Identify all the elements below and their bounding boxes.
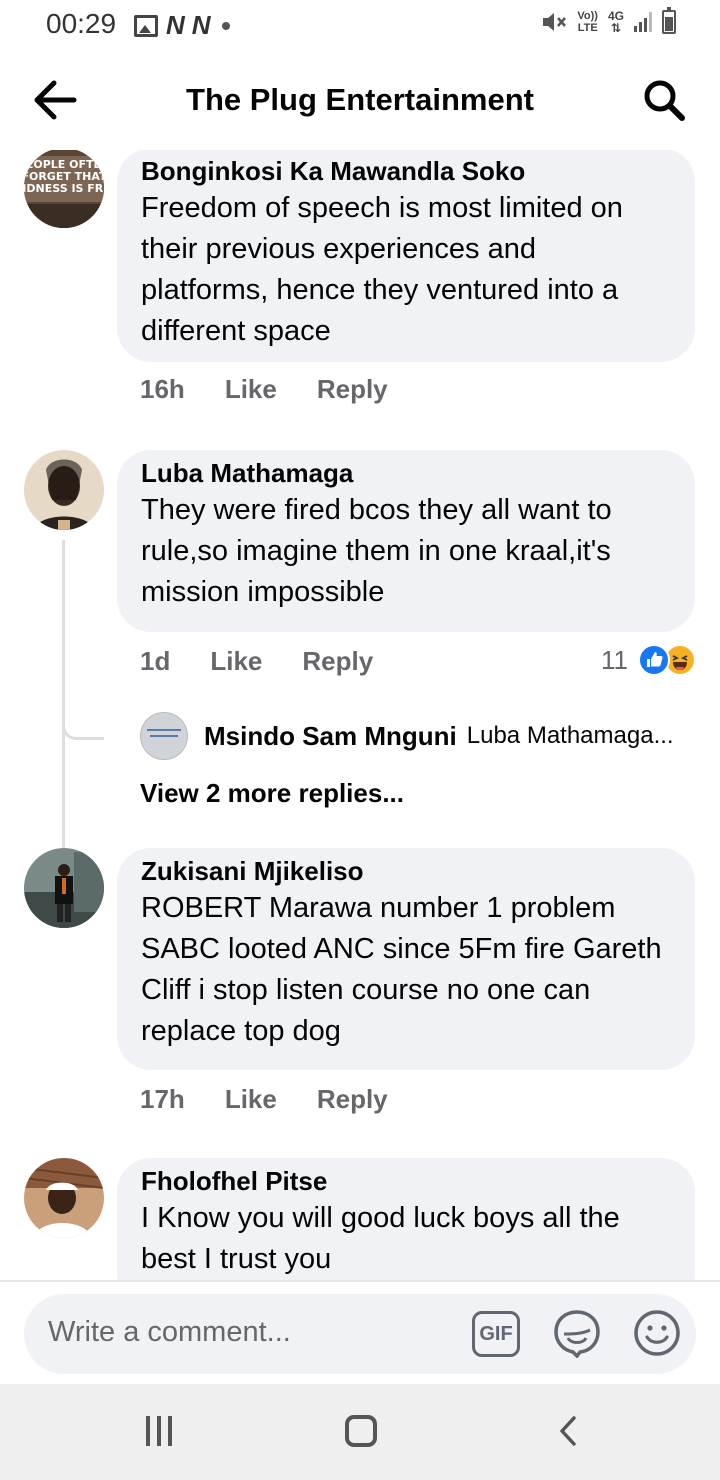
n-icon: N [166, 10, 185, 40]
reply-button[interactable]: Reply [302, 646, 373, 677]
comment-author[interactable]: Luba Mathamaga [141, 456, 671, 490]
reply-snippet: Luba Mathamaga... [466, 722, 674, 749]
view-more-replies-button[interactable]: View 2 more replies... [140, 778, 404, 809]
comment-actions: 16h Like Reply [140, 374, 388, 405]
comment-author[interactable]: Zukisani Mjikeliso [141, 854, 671, 888]
comment-text: They were fired bcos they all want to ru… [141, 494, 612, 608]
comment-bubble[interactable]: Zukisani Mjikeliso ROBERT Marawa number … [117, 848, 695, 1070]
avatar[interactable] [140, 712, 188, 760]
n-icon: N [191, 10, 211, 40]
avatar[interactable] [24, 450, 104, 530]
signal-icon [634, 12, 652, 32]
avatar[interactable] [24, 848, 104, 928]
avatar-image [24, 848, 104, 928]
status-left-icons: N N [134, 10, 230, 41]
gif-icon[interactable]: GIF [472, 1311, 520, 1357]
status-bar: 00:29 N N Vo)) LTE 4G ⇅ [0, 0, 720, 52]
comment-text: Freedom of speech is most limited on the… [141, 192, 623, 347]
reactions-summary[interactable]: 11 [601, 644, 696, 676]
comment-time[interactable]: 1d [140, 646, 170, 677]
reply-button[interactable]: Reply [317, 1084, 388, 1115]
volte-label: Vo)) [577, 10, 598, 22]
comment-actions: 1d Like Reply [140, 646, 373, 677]
avatar-image [24, 450, 104, 530]
app-header: The Plug Entertainment [0, 52, 720, 150]
back-icon[interactable] [554, 1416, 584, 1446]
comments-feed[interactable]: PEOPLE OFTEN FORGET THAT NDNESS IS FRE B… [0, 150, 720, 1280]
mute-icon [543, 13, 567, 31]
system-nav-bar [0, 1384, 720, 1480]
avatar[interactable] [24, 1158, 104, 1238]
comment-author[interactable]: Fholofhel Pitse [141, 1164, 671, 1198]
comment-composer: Write a comment... GIF [0, 1280, 720, 1384]
comment-author[interactable]: Bonginkosi Ka Mawandla Soko [141, 154, 671, 188]
avatar-text-line: NDNESS IS FRE [24, 182, 104, 195]
status-right-icons: Vo)) LTE 4G ⇅ [541, 7, 676, 34]
comment-time[interactable]: 16h [140, 374, 185, 405]
comment-input[interactable]: Write a comment... GIF [24, 1294, 696, 1374]
lte-label: LTE [577, 22, 598, 34]
dot-icon [221, 21, 230, 30]
avatar-image: PEOPLE OFTEN FORGET THAT NDNESS IS FRE [24, 150, 104, 228]
data-arrows-icon: ⇅ [610, 21, 622, 35]
search-icon [644, 80, 685, 121]
home-icon[interactable] [345, 1415, 377, 1447]
comment-bubble[interactable]: Bonginkosi Ka Mawandla Soko Freedom of s… [117, 150, 695, 362]
emoji-icon[interactable] [632, 1308, 682, 1358]
network-gen-indicator: 4G ⇅ [608, 10, 624, 34]
search-button[interactable] [642, 78, 686, 122]
page-title: The Plug Entertainment [186, 82, 534, 117]
reply-preview[interactable]: Msindo Sam Mnguni Luba Mathamaga... [140, 712, 674, 760]
thread-line [62, 540, 104, 884]
like-button[interactable]: Like [210, 646, 262, 677]
comment-input-placeholder[interactable]: Write a comment... [48, 1316, 291, 1349]
avatar-image [24, 1158, 104, 1238]
like-button[interactable]: Like [225, 374, 277, 405]
reaction-count: 11 [601, 644, 628, 675]
comment-time[interactable]: 17h [140, 1084, 185, 1115]
image-icon [134, 14, 158, 37]
comment-text: ROBERT Marawa number 1 problem SABC loot… [141, 892, 662, 1047]
like-reaction-icon [638, 644, 670, 676]
battery-icon [662, 7, 676, 34]
comment-actions: 17h Like Reply [140, 1084, 388, 1115]
like-button[interactable]: Like [225, 1084, 277, 1115]
recents-icon[interactable] [146, 1416, 172, 1446]
reply-button[interactable]: Reply [317, 374, 388, 405]
volte-indicator: Vo)) LTE [577, 10, 598, 34]
reply-author[interactable]: Msindo Sam Mnguni [204, 721, 457, 752]
sticker-icon[interactable] [552, 1308, 602, 1359]
comment-bubble[interactable]: Fholofhel Pitse I Know you will good luc… [117, 1158, 695, 1280]
status-time: 00:29 [46, 8, 117, 39]
comment-text: I Know you will good luck boys all the b… [141, 1202, 620, 1275]
comment-bubble[interactable]: Luba Mathamaga They were fired bcos they… [117, 450, 695, 632]
avatar[interactable]: PEOPLE OFTEN FORGET THAT NDNESS IS FRE [24, 150, 104, 228]
